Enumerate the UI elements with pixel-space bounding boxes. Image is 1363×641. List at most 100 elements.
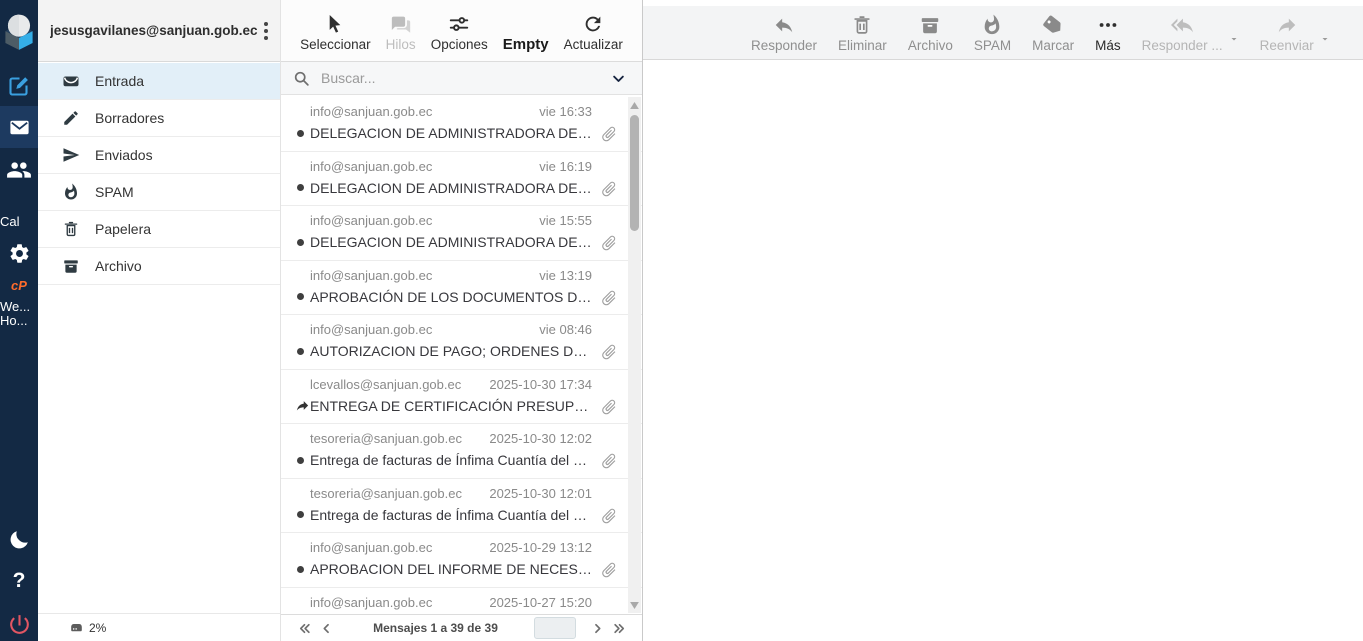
first-page-button[interactable] <box>293 618 315 638</box>
hard-drive-icon <box>68 619 85 636</box>
settings-gear-icon[interactable] <box>0 238 38 268</box>
prev-page-button[interactable] <box>315 618 337 638</box>
message-subject: DELEGACION DE ADMINISTRADORA DE OR... <box>310 125 592 141</box>
help-icon[interactable]: ? <box>0 566 38 596</box>
cursor-icon <box>324 11 346 35</box>
inbox-icon <box>62 72 80 90</box>
snappymail-logo <box>0 8 38 56</box>
message-list-pane: Seleccionar Hilos Opciones Empty Actuali… <box>280 0 643 641</box>
message-subject: APROBACIÓN DE LOS DOCUMENTOS DE LA... <box>310 289 592 305</box>
next-page-button[interactable] <box>586 618 608 638</box>
message-sender: tesoreria@sanjuan.gob.ec <box>310 431 489 446</box>
logout-power-icon[interactable] <box>0 608 38 640</box>
compose-button[interactable] <box>0 66 38 106</box>
sidebar-item-entrada[interactable]: Entrada <box>38 63 280 100</box>
archive-icon <box>919 12 941 36</box>
unread-dot <box>297 184 310 191</box>
message-row[interactable]: info@sanjuan.gob.ec 2025-10-27 15:20 <box>281 588 642 615</box>
folder-list: Entrada Borradores Enviados SPAM Papeler… <box>38 63 280 285</box>
account-bar: jesusgavilanes@sanjuan.gob.ec <box>38 0 280 62</box>
message-subject: AUTORIZACION DE PAGO; ORDENES DE CO... <box>310 343 592 359</box>
toolbar-button-label: Reenviar <box>1260 38 1314 53</box>
reply-all-icon <box>1171 12 1193 36</box>
sidebar-item-borradores[interactable]: Borradores <box>38 100 280 137</box>
toolbar-button-empty[interactable]: Empty <box>503 10 549 53</box>
search-input[interactable] <box>319 69 602 87</box>
forward-icon <box>1276 12 1298 36</box>
mail-section-button[interactable] <box>0 106 38 148</box>
toolbar-button-label: SPAM <box>974 38 1011 53</box>
quota-indicator: 2% <box>38 613 280 641</box>
attachment-paperclip-icon <box>600 234 618 252</box>
message-row[interactable]: info@sanjuan.gob.ec vie 16:19 DELEGACION… <box>281 152 642 207</box>
message-sender: info@sanjuan.gob.ec <box>310 213 539 228</box>
contacts-button[interactable] <box>0 150 38 190</box>
scroll-down-arrow-icon[interactable] <box>628 599 641 611</box>
page-number-input[interactable] <box>534 617 576 639</box>
message-row[interactable]: info@sanjuan.gob.ec vie 15:55 DELEGACION… <box>281 206 642 261</box>
message-row[interactable]: tesoreria@sanjuan.gob.ec 2025-10-30 12:0… <box>281 424 642 479</box>
message-subject: Entrega de facturas de Ínfima Cuantía de… <box>310 452 592 468</box>
message-sender: info@sanjuan.gob.ec <box>310 159 539 174</box>
toolbar-button-label: Más <box>1095 38 1121 53</box>
message-date: 2025-10-29 13:12 <box>489 540 592 555</box>
quota-label: 2% <box>89 621 106 635</box>
unread-dot <box>297 348 310 355</box>
scrollbar-thumb[interactable] <box>630 115 639 231</box>
folder-label: Borradores <box>95 110 164 126</box>
toolbar-button-marcar[interactable]: Marcar <box>1032 12 1074 53</box>
search-options-chevron-icon[interactable] <box>611 71 626 86</box>
message-sender: info@sanjuan.gob.ec <box>310 595 489 610</box>
message-row[interactable]: lcevallos@sanjuan.gob.ec 2025-10-30 17:3… <box>281 370 642 425</box>
flame-icon <box>981 12 1003 36</box>
reply-icon <box>773 12 795 36</box>
message-date: 2025-10-30 17:34 <box>489 377 592 392</box>
message-row[interactable]: info@sanjuan.gob.ec 2025-10-29 13:12 APR… <box>281 533 642 588</box>
list-scrollbar[interactable] <box>628 97 641 613</box>
message-row[interactable]: info@sanjuan.gob.ec vie 13:19 APROBACIÓN… <box>281 261 642 316</box>
toolbar-button-responder[interactable]: Responder ... <box>1142 12 1223 53</box>
dropdown-caret-icon[interactable] <box>1229 34 1239 44</box>
toolbar-button-responder[interactable]: Responder <box>751 12 817 53</box>
webmail-home-link-line2[interactable]: Ho... <box>0 313 38 327</box>
cpanel-icon[interactable]: cP <box>0 276 38 294</box>
message-row[interactable]: info@sanjuan.gob.ec vie 16:33 DELEGACION… <box>281 97 642 152</box>
attachment-paperclip-icon <box>600 507 618 525</box>
scroll-up-arrow-icon[interactable] <box>628 99 641 111</box>
toolbar-button-eliminar[interactable]: Eliminar <box>838 12 887 53</box>
last-page-button[interactable] <box>608 618 630 638</box>
sidebar-item-spam[interactable]: SPAM <box>38 174 280 211</box>
toolbar-button-spam[interactable]: SPAM <box>974 12 1011 53</box>
account-menu-icon[interactable] <box>260 18 272 44</box>
calendar-link[interactable]: Cal <box>0 213 38 229</box>
toolbar-button-actualizar[interactable]: Actualizar <box>564 11 623 52</box>
message-subject: DELEGACION DE ADMINISTRADORA DE OR... <box>310 234 592 250</box>
pencil-icon <box>62 109 80 127</box>
toolbar-button-label: Empty <box>503 36 549 53</box>
unread-dot <box>297 566 310 573</box>
message-row[interactable]: info@sanjuan.gob.ec vie 08:46 AUTORIZACI… <box>281 315 642 370</box>
dropdown-caret-icon[interactable] <box>1320 34 1330 44</box>
toolbar-button-mas[interactable]: Más <box>1095 12 1121 53</box>
sidebar-item-papelera[interactable]: Papelera <box>38 211 280 248</box>
webmail-home-link-line1[interactable]: We... <box>0 299 38 313</box>
message-sender: tesoreria@sanjuan.gob.ec <box>310 486 489 501</box>
message-row[interactable]: tesoreria@sanjuan.gob.ec 2025-10-30 12:0… <box>281 479 642 534</box>
message-subject: DELEGACION DE ADMINISTRADORA DE OR... <box>310 180 592 196</box>
search-icon <box>293 70 310 87</box>
toolbar-button-reenviar[interactable]: Reenviar <box>1260 12 1314 53</box>
message-date: vie 13:19 <box>539 268 592 283</box>
message-sender: lcevallos@sanjuan.gob.ec <box>310 377 489 392</box>
sidebar-item-archivo[interactable]: Archivo <box>38 248 280 285</box>
trash-outline-icon <box>62 220 80 238</box>
message-actions-toolbar: Responder Eliminar Archivo SPAM Marcar M… <box>643 6 1363 60</box>
sidebar-item-enviados[interactable]: Enviados <box>38 137 280 174</box>
toolbar-button-label: Archivo <box>908 38 953 53</box>
toolbar-button-hilos[interactable]: Hilos <box>386 11 416 52</box>
unread-dot <box>297 511 310 518</box>
dark-mode-moon-icon[interactable] <box>0 524 38 556</box>
toolbar-button-opciones[interactable]: Opciones <box>431 11 488 52</box>
message-sender: info@sanjuan.gob.ec <box>310 322 539 337</box>
toolbar-button-seleccionar[interactable]: Seleccionar <box>300 11 371 52</box>
toolbar-button-archivo[interactable]: Archivo <box>908 12 953 53</box>
